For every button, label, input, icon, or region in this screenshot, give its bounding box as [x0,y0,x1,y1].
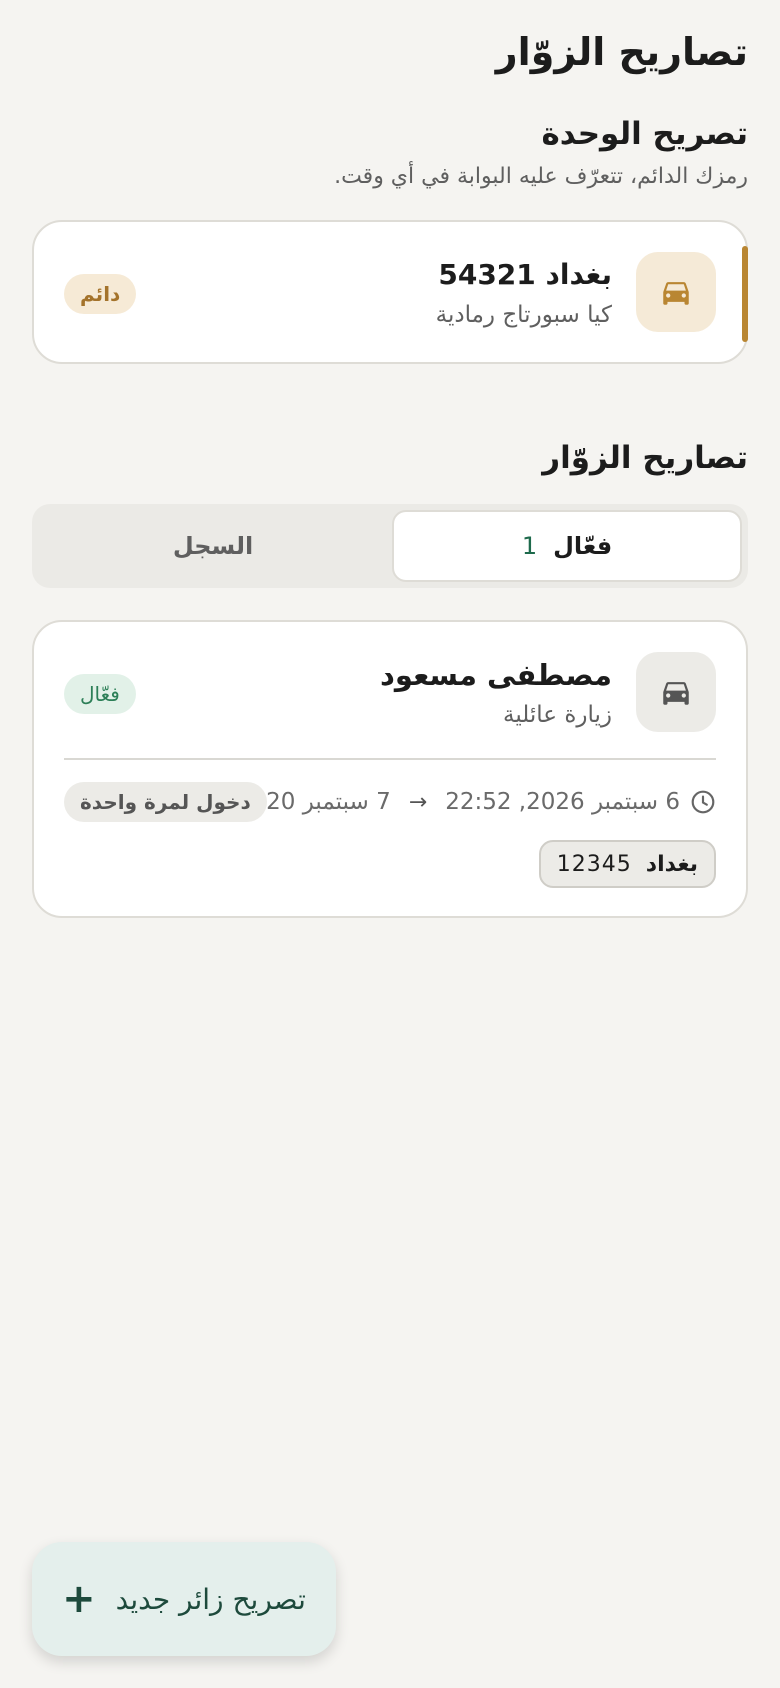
unit-permit-title: تصريح الوحدة [541,116,749,152]
page-title: تصاريح الزوّار [495,30,748,74]
unit-permit-card[interactable]: بغداد 54321 كيا سبورتاج رمادية دائم [32,220,748,364]
visitor-plate-chip: بغداد 12345 [538,840,716,888]
validity-period: 6 سبتمبر 2026, 22:52 → 7 سبتمبر 20... [244,782,716,822]
arrow-icon: → [408,789,428,815]
visitor-permits-title: تصاريح الزوّار [542,440,748,476]
car-icon [663,282,689,305]
unit-plate: بغداد 54321 [438,258,612,291]
entry-type-badge: دخول لمرة واحدة [64,782,267,822]
time-start: 6 سبتمبر 2026, 22:52 [445,789,680,815]
accent-bar [742,246,748,342]
visit-type: زيارة عائلية [502,702,612,728]
car-icon-box [636,652,716,732]
car-icon-box [636,252,716,332]
unit-permit-subtitle: رمزك الدائم، تتعرّف عليه البوابة في أي و… [334,164,748,189]
visitor-permit-card[interactable]: مصطفى مسعود زيارة عائلية فعّال 6 سبتمبر … [32,620,748,918]
visitor-name: مصطفى مسعود [380,658,612,692]
clock-icon [691,790,715,814]
plate-city: بغداد [645,851,698,877]
car-icon [663,682,689,705]
tab-active-count: 1 [521,532,538,560]
tab-active[interactable]: فعّال 1 [392,510,742,582]
tab-active-label: فعّال [553,532,613,560]
plus-icon: + [62,1576,96,1622]
tab-log[interactable]: السجل [38,510,388,582]
permanent-badge: دائم [64,274,137,314]
permit-tabs: فعّال 1 السجل [32,504,748,588]
divider [64,758,716,760]
tab-log-label: السجل [172,532,254,560]
status-badge: فعّال [64,674,136,714]
visitor-permits-screen: تصاريح الزوّار تصريح الوحدة رمزك الدائم،… [0,0,780,1688]
fab-label: تصريح زائر جديد [115,1582,306,1616]
plate-number: 12345 [556,851,632,877]
unit-car-model: كيا سبورتاج رمادية [435,302,612,328]
new-visitor-permit-button[interactable]: تصريح زائر جديد + [32,1542,336,1656]
